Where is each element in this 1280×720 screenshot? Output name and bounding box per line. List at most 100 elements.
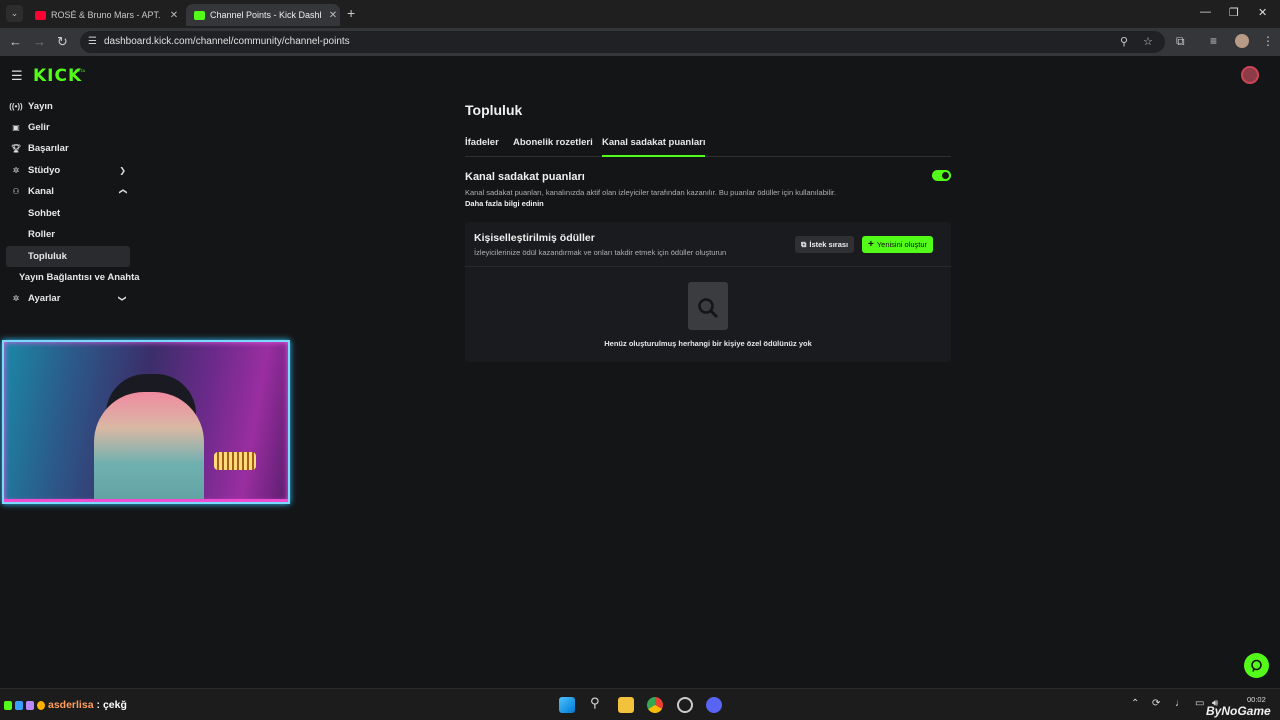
youtube-icon [35, 10, 46, 20]
sidebar-item-label: Sohbet [28, 208, 61, 219]
sub-badge-icon [26, 700, 34, 710]
tab-emotes[interactable]: İfadeler [465, 137, 499, 157]
bookmark-star-icon[interactable]: ☆ [1143, 35, 1153, 48]
user-avatar[interactable] [1241, 66, 1259, 84]
browser-tab-kick[interactable]: Channel Points - Kick Dashboar ✕ [186, 4, 340, 26]
clock: 00:02 [1247, 695, 1266, 704]
sidebar-item-basarilar[interactable]: 🏆︎ Başarılar [6, 138, 130, 159]
chevron-down-icon: ❯ [118, 295, 128, 302]
address-bar: ← → ↻ ☰ dashboard.kick.com/channel/commu… [0, 28, 1280, 56]
settings-icon: ✲ [12, 294, 20, 303]
learn-more-link[interactable]: Daha fazla bilgi edinin [465, 199, 544, 208]
obs-icon[interactable] [677, 697, 693, 713]
sidebar-item-kanal[interactable]: ⚇ Kanal ❯ [6, 181, 130, 202]
beta-label: BETA [75, 68, 86, 73]
gear-icon: ✲ [12, 166, 20, 175]
rewards-title: Kişiselleştirilmiş ödüller [474, 232, 595, 244]
sidebar-item-roller[interactable]: Roller [6, 224, 130, 245]
chrome-icon[interactable] [647, 697, 663, 713]
create-new-button[interactable]: + Yenisini oluştur [862, 236, 934, 253]
page-title: Topluluk [465, 102, 523, 118]
tab-title: ROSÉ & Bruno Mars - APT. (Offi [51, 10, 162, 20]
tab-bar: İfadeler Abonelik rozetleri Kanal sadaka… [465, 137, 951, 157]
sidebar-item-yayin[interactable]: ((•)) Yayın [6, 96, 130, 117]
search-icon[interactable]: ⚲ [590, 695, 600, 711]
chat-message: : çekğ [96, 699, 127, 711]
site-info-icon[interactable]: ☰ [88, 36, 97, 47]
gift-badge-icon [15, 700, 23, 710]
browser-titlebar: ⌄ ROSÉ & Bruno Mars - APT. (Offi ✕ Chann… [0, 0, 1280, 28]
sidebar-item-label: Ayarlar [28, 293, 61, 304]
close-icon[interactable]: ✕ [167, 10, 181, 21]
help-chat-button[interactable] [1244, 653, 1269, 678]
discord-icon[interactable] [706, 697, 722, 713]
tab-title: Channel Points - Kick Dashboar [210, 10, 321, 20]
sidebar-item-label: Yayın [28, 101, 53, 112]
sidebar-item-label: Başarılar [28, 143, 69, 154]
bynogame-watermark: ByNoGame [1206, 704, 1271, 718]
chevron-up-icon[interactable]: ⌃ [1131, 698, 1139, 709]
zoom-icon[interactable]: ⚲ [1120, 35, 1128, 48]
hamburger-menu-icon[interactable]: ☰ [11, 68, 23, 84]
empty-search-icon [688, 282, 728, 330]
request-queue-label: İstek sırası [809, 240, 849, 249]
url-field[interactable]: ☰ dashboard.kick.com/channel/community/c… [80, 31, 1165, 53]
tab-search-button[interactable]: ⌄ [6, 5, 23, 22]
windows-start-icon[interactable] [559, 697, 575, 713]
streamer-image [94, 392, 204, 502]
sidebar-item-label: Topluluk [28, 251, 67, 262]
menu-dots-icon[interactable]: ⋮ [1262, 34, 1274, 48]
forward-icon[interactable]: → [33, 34, 46, 49]
custom-rewards-panel: Kişiselleştirilmiş ödüller İzleyicilerin… [465, 222, 951, 362]
chat-overlay: asderlisa : çekğ [4, 699, 127, 711]
trophy-icon: 🏆︎ [10, 144, 22, 153]
kick-badge-icon [4, 700, 12, 710]
chat-bubble-icon [1251, 659, 1262, 672]
coin-badge-icon [37, 700, 45, 710]
broadcast-icon: ((•)) [9, 102, 23, 111]
webcam-overlay [2, 340, 290, 504]
request-queue-button[interactable]: ⧉ İstek sırası [795, 236, 855, 253]
sync-icon[interactable]: ⟳ [1152, 698, 1160, 709]
network-icon[interactable]: ▭ [1195, 698, 1204, 709]
new-tab-button[interactable]: + [347, 5, 355, 21]
restore-icon[interactable]: ❐ [1229, 6, 1239, 19]
chevron-down-icon: ❯ [119, 166, 126, 175]
lamp-image [214, 452, 256, 470]
sidebar-item-gelir[interactable]: ▣ Gelir [6, 117, 130, 138]
tab-channel-points[interactable]: Kanal sadakat puanları [602, 137, 706, 157]
empty-state-text: Henüz oluşturulmuş herhangi bir kişiye ö… [604, 339, 812, 348]
reload-icon[interactable]: ↻ [57, 34, 68, 50]
close-icon[interactable]: ✕ [326, 10, 340, 21]
sidebar-item-label: Roller [28, 229, 55, 240]
file-explorer-icon[interactable] [618, 697, 634, 713]
sidebar-item-label: Kanal [28, 186, 54, 197]
back-icon[interactable]: ← [9, 34, 22, 49]
kick-header: ☰ KICK BETA [0, 56, 1280, 94]
channel-points-toggle[interactable] [932, 170, 951, 181]
sidebar-item-label: Stüdyo [28, 165, 61, 176]
url-text: dashboard.kick.com/channel/community/cha… [104, 36, 350, 47]
extensions-icon[interactable]: ⧉ [1176, 34, 1185, 49]
tab-sub-badges[interactable]: Abonelik rozetleri [513, 137, 593, 157]
rewards-description: İzleyicilerinize ödül kazandırmak ve onl… [474, 248, 727, 257]
chevron-up-icon: ❯ [118, 188, 128, 195]
plus-icon: + [868, 239, 874, 250]
minimize-icon[interactable]: — [1200, 6, 1211, 18]
wallet-icon: ▣ [12, 123, 20, 132]
section-title: Kanal sadakat puanları [465, 171, 585, 183]
sidebar-item-studyo[interactable]: ✲ Stüdyo ❯ [6, 160, 130, 181]
media-control-icon[interactable]: ≡ [1210, 34, 1217, 48]
sidebar-item-sohbet[interactable]: Sohbet [6, 203, 130, 224]
create-new-label: Yenisini oluştur [876, 240, 928, 249]
kick-icon [194, 10, 205, 20]
browser-tab-youtube[interactable]: ROSÉ & Bruno Mars - APT. (Offi ✕ [27, 4, 181, 26]
chat-username: asderlisa [48, 699, 94, 711]
profile-avatar[interactable] [1235, 34, 1249, 48]
microphone-icon[interactable]: ♩ [1175, 698, 1185, 709]
users-icon: ⚇ [12, 187, 20, 196]
close-window-icon[interactable]: ✕ [1258, 6, 1267, 19]
sidebar-item-ayarlar[interactable]: ✲ Ayarlar ❯ [6, 288, 130, 309]
sidebar-item-stream-key[interactable]: Yayın Bağlantısı ve Anahtarı [6, 267, 140, 288]
sidebar-item-topluluk[interactable]: Topluluk [6, 246, 130, 267]
